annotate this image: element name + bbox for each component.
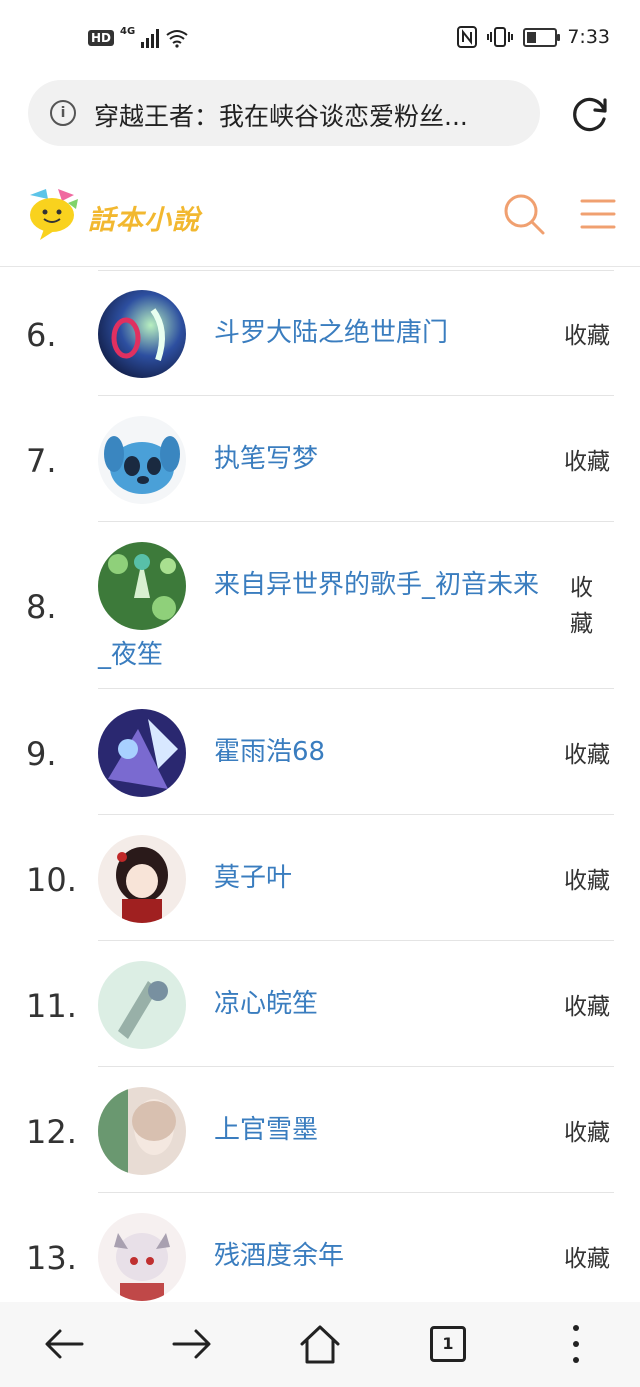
novel-title[interactable]: 执笔写梦 bbox=[214, 438, 318, 475]
tabs-button[interactable]: 1 bbox=[426, 1322, 470, 1366]
wifi-icon bbox=[166, 30, 188, 48]
reload-icon[interactable] bbox=[568, 92, 612, 136]
browser-toolbar: 1 bbox=[0, 1302, 640, 1387]
rank-number: 13. bbox=[26, 1239, 77, 1277]
avatar[interactable] bbox=[98, 290, 186, 378]
favorite-button[interactable]: 收藏 bbox=[564, 316, 610, 350]
address-bar[interactable]: i 穿越王者：我在峡谷谈恋爱粉丝... bbox=[28, 80, 540, 146]
list-item[interactable]: 6. 斗罗大陆之绝世唐门 收藏 bbox=[0, 268, 640, 396]
menu-icon[interactable] bbox=[580, 198, 616, 230]
rank-number: 8. bbox=[26, 588, 57, 626]
avatar[interactable] bbox=[98, 961, 186, 1049]
avatar[interactable] bbox=[98, 416, 186, 504]
status-left: HD 4G bbox=[88, 25, 189, 48]
avatar[interactable] bbox=[98, 835, 186, 923]
favorite-button[interactable]: 收藏 bbox=[564, 1239, 610, 1273]
forward-icon[interactable] bbox=[170, 1322, 214, 1366]
logo-icon[interactable] bbox=[22, 185, 82, 245]
search-icon[interactable] bbox=[502, 192, 546, 236]
rank-number: 7. bbox=[26, 442, 57, 480]
avatar[interactable] bbox=[98, 709, 186, 797]
favorite-button-line1: 收 bbox=[570, 575, 593, 601]
site-header: 話本小說 bbox=[0, 170, 640, 267]
list-item[interactable]: 10. 莫子叶 收藏 bbox=[0, 815, 640, 941]
tab-count: 1 bbox=[430, 1326, 466, 1362]
home-icon[interactable] bbox=[298, 1322, 342, 1366]
rank-number: 11. bbox=[26, 987, 77, 1025]
favorite-button[interactable]: 收藏 bbox=[564, 735, 610, 769]
novel-title[interactable]: 残酒度余年 bbox=[214, 1235, 344, 1272]
avatar[interactable] bbox=[98, 1213, 186, 1301]
rank-number: 9. bbox=[26, 735, 57, 773]
status-bar: HD 4G 7:33 bbox=[0, 0, 640, 78]
page-title[interactable]: 穿越王者：我在峡谷谈恋爱粉丝... bbox=[94, 97, 524, 133]
list-item[interactable]: 12. 上官雪墨 收藏 bbox=[0, 1067, 640, 1193]
rank-number: 12. bbox=[26, 1113, 77, 1151]
clock: 7:33 bbox=[567, 26, 610, 48]
favorite-button-line2: 藏 bbox=[570, 611, 593, 637]
avatar[interactable] bbox=[98, 1087, 186, 1175]
novel-title[interactable]: 上官雪墨 bbox=[214, 1109, 318, 1146]
favorite-button[interactable]: 收藏 bbox=[564, 442, 610, 476]
logo-text[interactable]: 話本小說 bbox=[88, 198, 200, 237]
favorite-button[interactable]: 收 藏 bbox=[570, 570, 593, 642]
rank-number: 10. bbox=[26, 861, 77, 899]
favorite-button[interactable]: 收藏 bbox=[564, 987, 610, 1021]
status-right: 7:33 bbox=[457, 26, 610, 48]
novel-title[interactable]: 斗罗大陆之绝世唐门 bbox=[214, 312, 448, 349]
vibrate-icon bbox=[487, 27, 514, 47]
rank-number: 6. bbox=[26, 316, 57, 354]
list-item[interactable]: 13. 残酒度余年 收藏 bbox=[0, 1193, 640, 1302]
info-icon[interactable]: i bbox=[50, 100, 76, 126]
nfc-icon bbox=[457, 26, 478, 48]
favorite-button[interactable]: 收藏 bbox=[564, 861, 610, 895]
novel-title[interactable]: 霍雨浩68 bbox=[214, 731, 325, 768]
signal-icon bbox=[141, 28, 160, 48]
ranking-list: 6. 斗罗大陆之绝世唐门 收藏 7. 执笔写梦 收藏 8. 来自异世界的歌手_初… bbox=[0, 268, 640, 1302]
battery-icon bbox=[523, 27, 561, 47]
list-item[interactable]: 8. 来自异世界的歌手_初音未来 _夜笙 收 藏 bbox=[0, 522, 640, 689]
network-type: 4G bbox=[120, 25, 136, 37]
favorite-button[interactable]: 收藏 bbox=[564, 1113, 610, 1147]
hd-badge: HD bbox=[88, 30, 115, 46]
battery-level bbox=[527, 31, 537, 43]
more-icon[interactable] bbox=[554, 1322, 598, 1366]
list-item[interactable]: 11. 凉心皖笙 收藏 bbox=[0, 941, 640, 1067]
list-item[interactable]: 9. 霍雨浩68 收藏 bbox=[0, 689, 640, 815]
back-icon[interactable] bbox=[42, 1322, 86, 1366]
novel-title[interactable]: 凉心皖笙 bbox=[214, 983, 318, 1020]
avatar[interactable] bbox=[98, 542, 186, 630]
novel-title[interactable]: 莫子叶 bbox=[214, 857, 292, 894]
list-item[interactable]: 7. 执笔写梦 收藏 bbox=[0, 396, 640, 522]
novel-title-continued[interactable]: _夜笙 bbox=[98, 634, 163, 671]
novel-title[interactable]: 来自异世界的歌手_初音未来 bbox=[214, 564, 539, 601]
